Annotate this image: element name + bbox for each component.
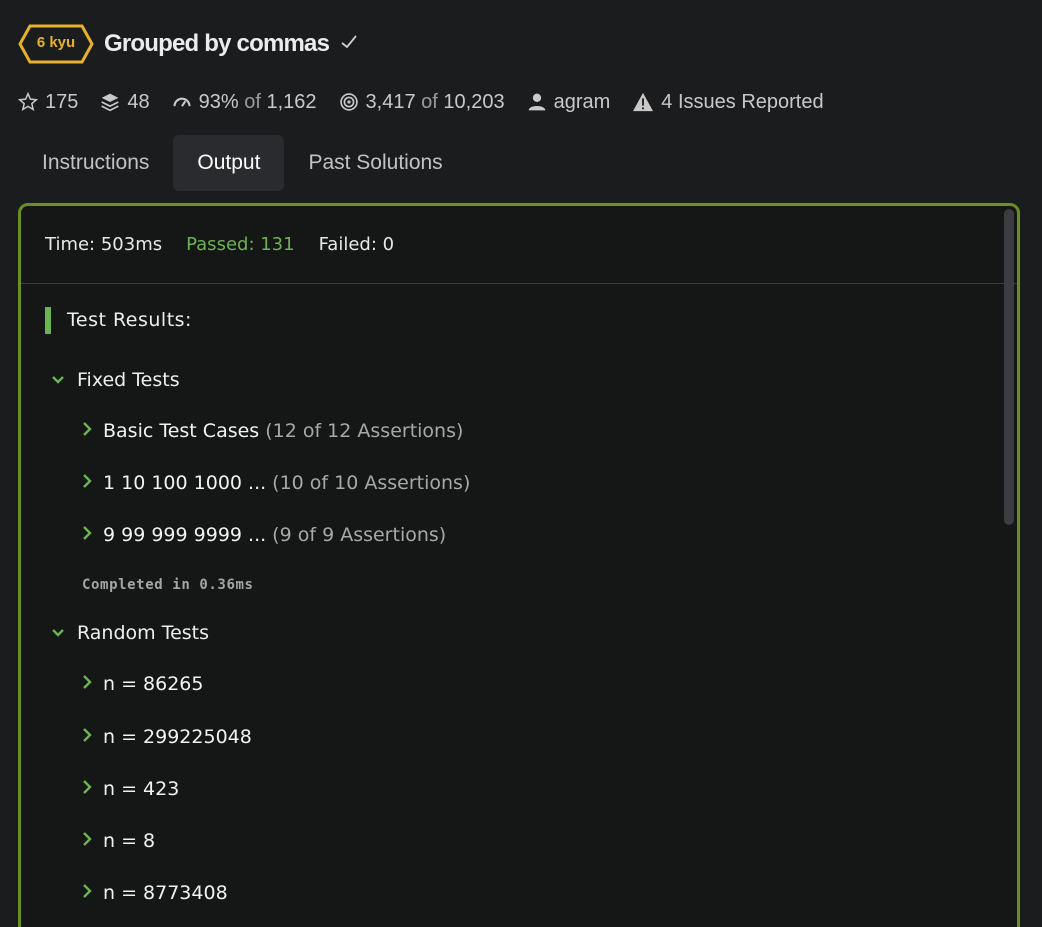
assertion-count: (12 of 12 Assertions) xyxy=(265,420,464,442)
collections-stat[interactable]: 48 xyxy=(100,90,150,114)
results-title: Test Results: xyxy=(67,309,192,331)
rank-label: 6 kyu xyxy=(36,34,76,51)
test-item[interactable]: n = 423 xyxy=(81,778,179,800)
test-item[interactable]: n = 8773408 xyxy=(81,882,228,904)
tab-output[interactable]: Output xyxy=(173,135,285,191)
test-item[interactable]: 1 10 100 1000 ... (10 of 10 Assertions) xyxy=(81,472,470,494)
user-icon xyxy=(528,93,545,111)
rank-badge[interactable]: 6 kyu xyxy=(18,24,94,64)
chevron-right-icon xyxy=(83,675,92,689)
tab-past-solutions[interactable]: Past Solutions xyxy=(284,135,466,191)
layers-icon xyxy=(101,93,120,112)
chevron-right-icon xyxy=(83,884,92,898)
checkmark-icon xyxy=(341,35,357,49)
kata-tabs: Instructions Output Past Solutions xyxy=(18,135,467,191)
completed-time: Completed in 0.36ms xyxy=(82,577,254,593)
tab-instructions[interactable]: Instructions xyxy=(18,135,173,191)
test-label: 1 10 100 1000 ... xyxy=(103,472,267,494)
failed-label: Failed: 0 xyxy=(318,234,395,255)
passed-label: Passed: 131 xyxy=(186,234,295,255)
issues-stat[interactable]: 4 Issues Reported xyxy=(632,90,824,114)
group-title-label: Fixed Tests xyxy=(77,369,180,391)
stars-stat[interactable]: 175 xyxy=(18,91,78,114)
kata-title: Grouped by commas xyxy=(104,30,330,57)
test-item[interactable]: 9 99 999 9999 ... (9 of 9 Assertions) xyxy=(81,524,446,546)
target-icon xyxy=(339,93,358,111)
votes-count: 1,162 xyxy=(266,90,317,113)
gauge-icon xyxy=(173,97,191,107)
test-label: n = 86265 xyxy=(103,673,204,695)
completed-count: 3,417 xyxy=(365,90,416,113)
chevron-right-icon xyxy=(83,780,92,794)
test-results: Test Results: xyxy=(45,306,192,334)
time-label: Time: 503ms xyxy=(45,234,163,255)
chevron-right-icon xyxy=(83,728,92,742)
chevron-down-icon xyxy=(52,629,64,637)
star-icon xyxy=(18,92,38,112)
chevron-right-icon xyxy=(83,832,92,846)
results-header: Test Results: xyxy=(45,306,192,334)
test-item[interactable]: n = 299225048 xyxy=(81,726,252,748)
satisfaction-stat[interactable]: 93% of 1,162 xyxy=(172,91,317,114)
kata-page: 6 kyu Grouped by commas 175 48 93% of 1,… xyxy=(0,0,1042,927)
test-label: n = 8773408 xyxy=(103,882,228,904)
chevron-right-icon xyxy=(83,526,92,540)
group-random-tests[interactable]: Random Tests xyxy=(51,622,209,644)
warning-icon xyxy=(633,92,654,112)
kata-stats: 175 48 93% of 1,162 3,417 of 10,203 agra… xyxy=(18,88,846,116)
assertion-count: (10 of 10 Assertions) xyxy=(272,472,471,494)
attempts-count: 10,203 xyxy=(443,90,505,113)
group-title-label: Random Tests xyxy=(77,622,210,644)
completions-stat[interactable]: 3,417 of 10,203 xyxy=(339,91,505,114)
scrollbar-thumb[interactable] xyxy=(1004,209,1014,525)
stars-count: 175 xyxy=(45,90,79,113)
test-item[interactable]: n = 8 xyxy=(81,830,155,852)
test-item[interactable]: n = 86265 xyxy=(81,673,203,695)
output-summary: Time: 503ms Passed: 131 Failed: 0 xyxy=(21,206,1017,284)
completed-of: of xyxy=(421,90,438,113)
author-stat[interactable]: agram xyxy=(527,90,611,114)
kata-header: 6 kyu Grouped by commas xyxy=(18,24,357,64)
chevron-down-icon xyxy=(52,376,64,384)
satisfaction-percent: 93% xyxy=(198,90,239,113)
collections-count: 48 xyxy=(127,90,150,113)
test-item[interactable]: Basic Test Cases (12 of 12 Assertions) xyxy=(81,420,463,442)
chevron-right-icon xyxy=(83,474,92,488)
group-fixed-tests[interactable]: Fixed Tests xyxy=(51,369,180,391)
output-panel: Time: 503ms Passed: 131 Failed: 0 Test R… xyxy=(18,203,1020,927)
test-label: n = 299225048 xyxy=(103,726,252,748)
test-label: 9 99 999 9999 ... xyxy=(103,524,267,546)
test-label: n = 423 xyxy=(103,778,180,800)
chevron-right-icon xyxy=(83,422,92,436)
satisfaction-of: of xyxy=(244,90,261,113)
test-label: n = 8 xyxy=(103,830,156,852)
author-name: agram xyxy=(553,90,611,113)
results-accent-bar xyxy=(45,306,51,334)
issues-label: 4 Issues Reported xyxy=(661,90,824,113)
assertion-count: (9 of 9 Assertions) xyxy=(272,524,447,546)
test-label: Basic Test Cases xyxy=(103,420,260,442)
